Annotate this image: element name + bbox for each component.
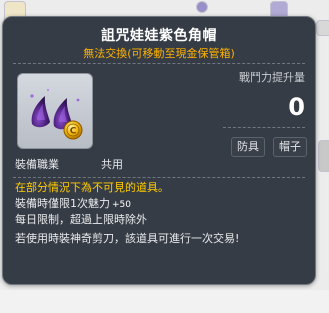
background-item-slot bbox=[196, 1, 208, 13]
description-daily-limit: 每日限制，超過上限時除外 bbox=[15, 213, 147, 226]
purple-horned-hat-icon: C bbox=[30, 88, 83, 140]
combat-power-value: 0 bbox=[288, 93, 305, 121]
tag-hat: 帽子 bbox=[273, 137, 307, 157]
divider bbox=[13, 63, 305, 64]
item-title: 詛咒娃娃紫色角帽 bbox=[101, 28, 217, 44]
job-label: 裝備職業 bbox=[15, 158, 59, 171]
charm-bonus-value: +50 bbox=[112, 200, 131, 210]
game-scene: 詛咒娃娃紫色角帽 無法交換(可移動至現金保管箱) C 戰鬥力提升量 0 防具 帽… bbox=[0, 0, 329, 313]
divider bbox=[13, 177, 305, 178]
coin-icon: C bbox=[63, 120, 83, 140]
divider bbox=[223, 127, 305, 128]
svg-text:C: C bbox=[70, 127, 77, 137]
description-scissors-trade: 若使用時裝神奇剪刀，該道具可進行一次交易! bbox=[15, 232, 240, 245]
tag-armor: 防具 bbox=[231, 137, 265, 157]
item-icon-frame: C bbox=[17, 73, 93, 149]
background-inventory-strip bbox=[0, 290, 329, 313]
charm-bonus-text: 裝備時僅限1次魅力 bbox=[15, 197, 110, 210]
background-item-slot bbox=[316, 20, 329, 36]
combat-power-label: 戰鬥力提升量 bbox=[239, 71, 305, 84]
untradeable-notice: 無法交換(可移動至現金保管箱) bbox=[83, 47, 235, 60]
background-item-slot bbox=[318, 140, 329, 172]
description-charm-bonus: 裝備時僅限1次魅力 +50 bbox=[15, 195, 131, 211]
job-value: 共用 bbox=[101, 158, 123, 171]
item-tooltip: 詛咒娃娃紫色角帽 無法交換(可移動至現金保管箱) C 戰鬥力提升量 0 防具 帽… bbox=[2, 16, 316, 285]
description-invisible-notice: 在部分情況下為不可見的道具。 bbox=[15, 181, 169, 194]
